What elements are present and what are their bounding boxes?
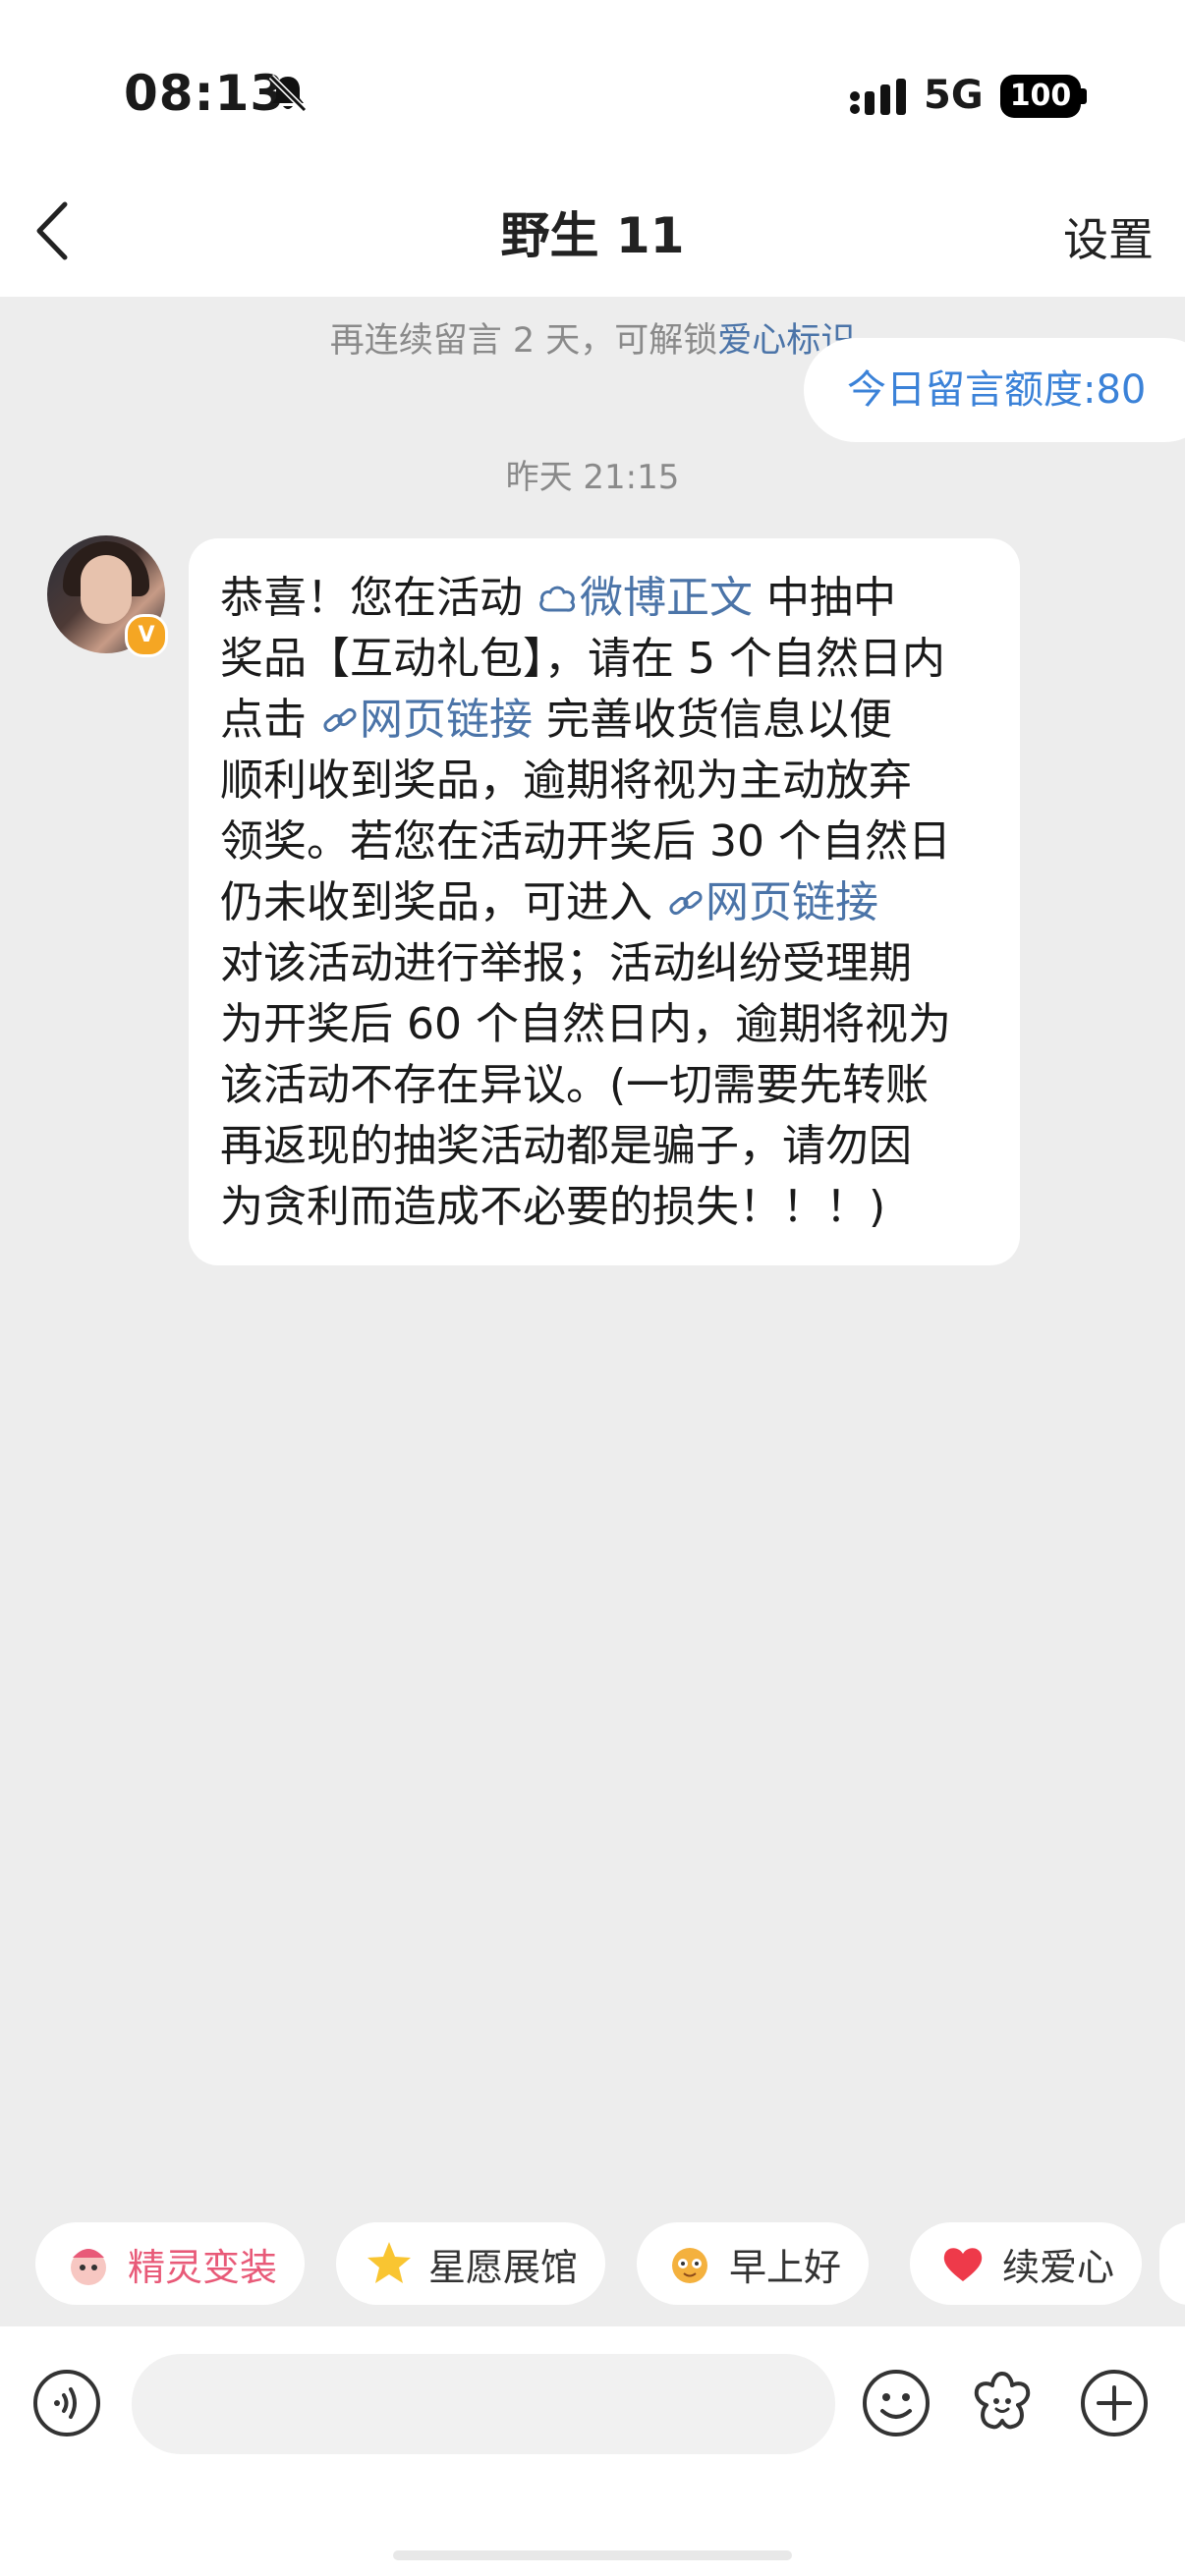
battery-tip: [1081, 88, 1087, 104]
emoji-icon[interactable]: [861, 2368, 931, 2438]
quick-reply-star-gallery[interactable]: 星愿展馆: [336, 2222, 606, 2305]
cloud-icon: [539, 586, 576, 612]
quick-reply-label: 续爱心: [1002, 2245, 1115, 2289]
message-bubble: 恭喜！您在活动 微博正文 中抽中 奖品【互动礼包】，请在 5 个自然日内 点击 …: [189, 538, 1020, 1265]
daily-quota-pill: 今日留言额度:80: [804, 338, 1185, 442]
verified-badge-icon: V: [125, 614, 168, 657]
quick-reply-label: 早上好: [729, 2245, 842, 2289]
message-text: 完善收货信息以便: [533, 695, 892, 745]
signal-icon: [850, 79, 906, 115]
unlock-notice-text: 再连续留言 2 天，可解锁: [329, 321, 718, 361]
weibo-post-link-label: 微博正文: [580, 573, 753, 623]
network-type: 5G: [924, 73, 984, 118]
message-line: 对该活动进行举报；活动纠纷受理期: [220, 938, 912, 988]
message-line: 奖品【互动礼包】，请在 5 个自然日内: [220, 634, 945, 684]
message-line: 点击 网页链接 完善收货信息以便: [220, 690, 990, 751]
add-icon[interactable]: [1079, 2368, 1150, 2438]
quick-reply-more[interactable]: [1159, 2222, 1185, 2305]
message-text: 仍未收到奖品，可进入: [220, 877, 666, 927]
message-line: 领奖。若您在活动开奖后 30 个自然日: [220, 816, 951, 867]
message-text: 恭喜！您在活动: [220, 573, 536, 623]
quick-reply-sprite-dressup[interactable]: 精灵变装: [35, 2222, 306, 2305]
message-input[interactable]: [132, 2354, 835, 2454]
sticker-flower-icon[interactable]: [967, 2368, 1038, 2438]
voice-icon[interactable]: [31, 2368, 102, 2438]
quick-reply-renew-heart[interactable]: 续爱心: [910, 2222, 1143, 2305]
morning-icon: [672, 2248, 707, 2283]
home-indicator: [393, 2550, 792, 2560]
link-icon: [323, 707, 357, 733]
weibo-post-link[interactable]: 微博正文: [536, 573, 753, 623]
quick-reply-label: 精灵变装: [128, 2245, 278, 2289]
message-text: 中抽中: [753, 573, 896, 623]
message-line: 恭喜！您在活动 微博正文 中抽中: [220, 568, 990, 629]
battery-indicator: 100: [1000, 75, 1081, 118]
web-link-1[interactable]: 网页链接: [320, 695, 533, 745]
web-link-1-label: 网页链接: [360, 695, 533, 745]
quick-reply-label: 星愿展馆: [428, 2245, 579, 2289]
star-icon: [367, 2242, 411, 2283]
message-line: 仍未收到奖品，可进入 网页链接: [220, 872, 990, 933]
message-line: 为贪利而造成不必要的损失！！！): [220, 1182, 886, 1232]
message-line: 再返现的抽奖活动都是骗子，请勿因: [220, 1121, 912, 1171]
web-link-2-label: 网页链接: [705, 877, 878, 927]
link-icon: [669, 890, 703, 916]
mute-bell-icon: [268, 74, 308, 113]
quick-reply-good-morning[interactable]: 早上好: [637, 2222, 870, 2305]
status-time: 08:13: [124, 65, 286, 122]
message-text: 点击: [220, 695, 320, 745]
message-line: 该活动不存在异议。(一切需要先转账: [220, 1060, 930, 1110]
web-link-2[interactable]: 网页链接: [666, 877, 878, 927]
sprite-icon: [71, 2249, 106, 2285]
page-title: 野生 11: [500, 207, 685, 264]
message-timestamp: 昨天 21:15: [505, 458, 680, 497]
avatar-face: [81, 555, 132, 624]
message-line: 为开奖后 60 个自然日内，逾期将视为: [220, 999, 951, 1049]
heart-icon: [943, 2248, 983, 2281]
message-line: 顺利收到奖品，逾期将视为主动放弃: [220, 756, 912, 806]
settings-button[interactable]: 设置: [1063, 204, 1154, 269]
